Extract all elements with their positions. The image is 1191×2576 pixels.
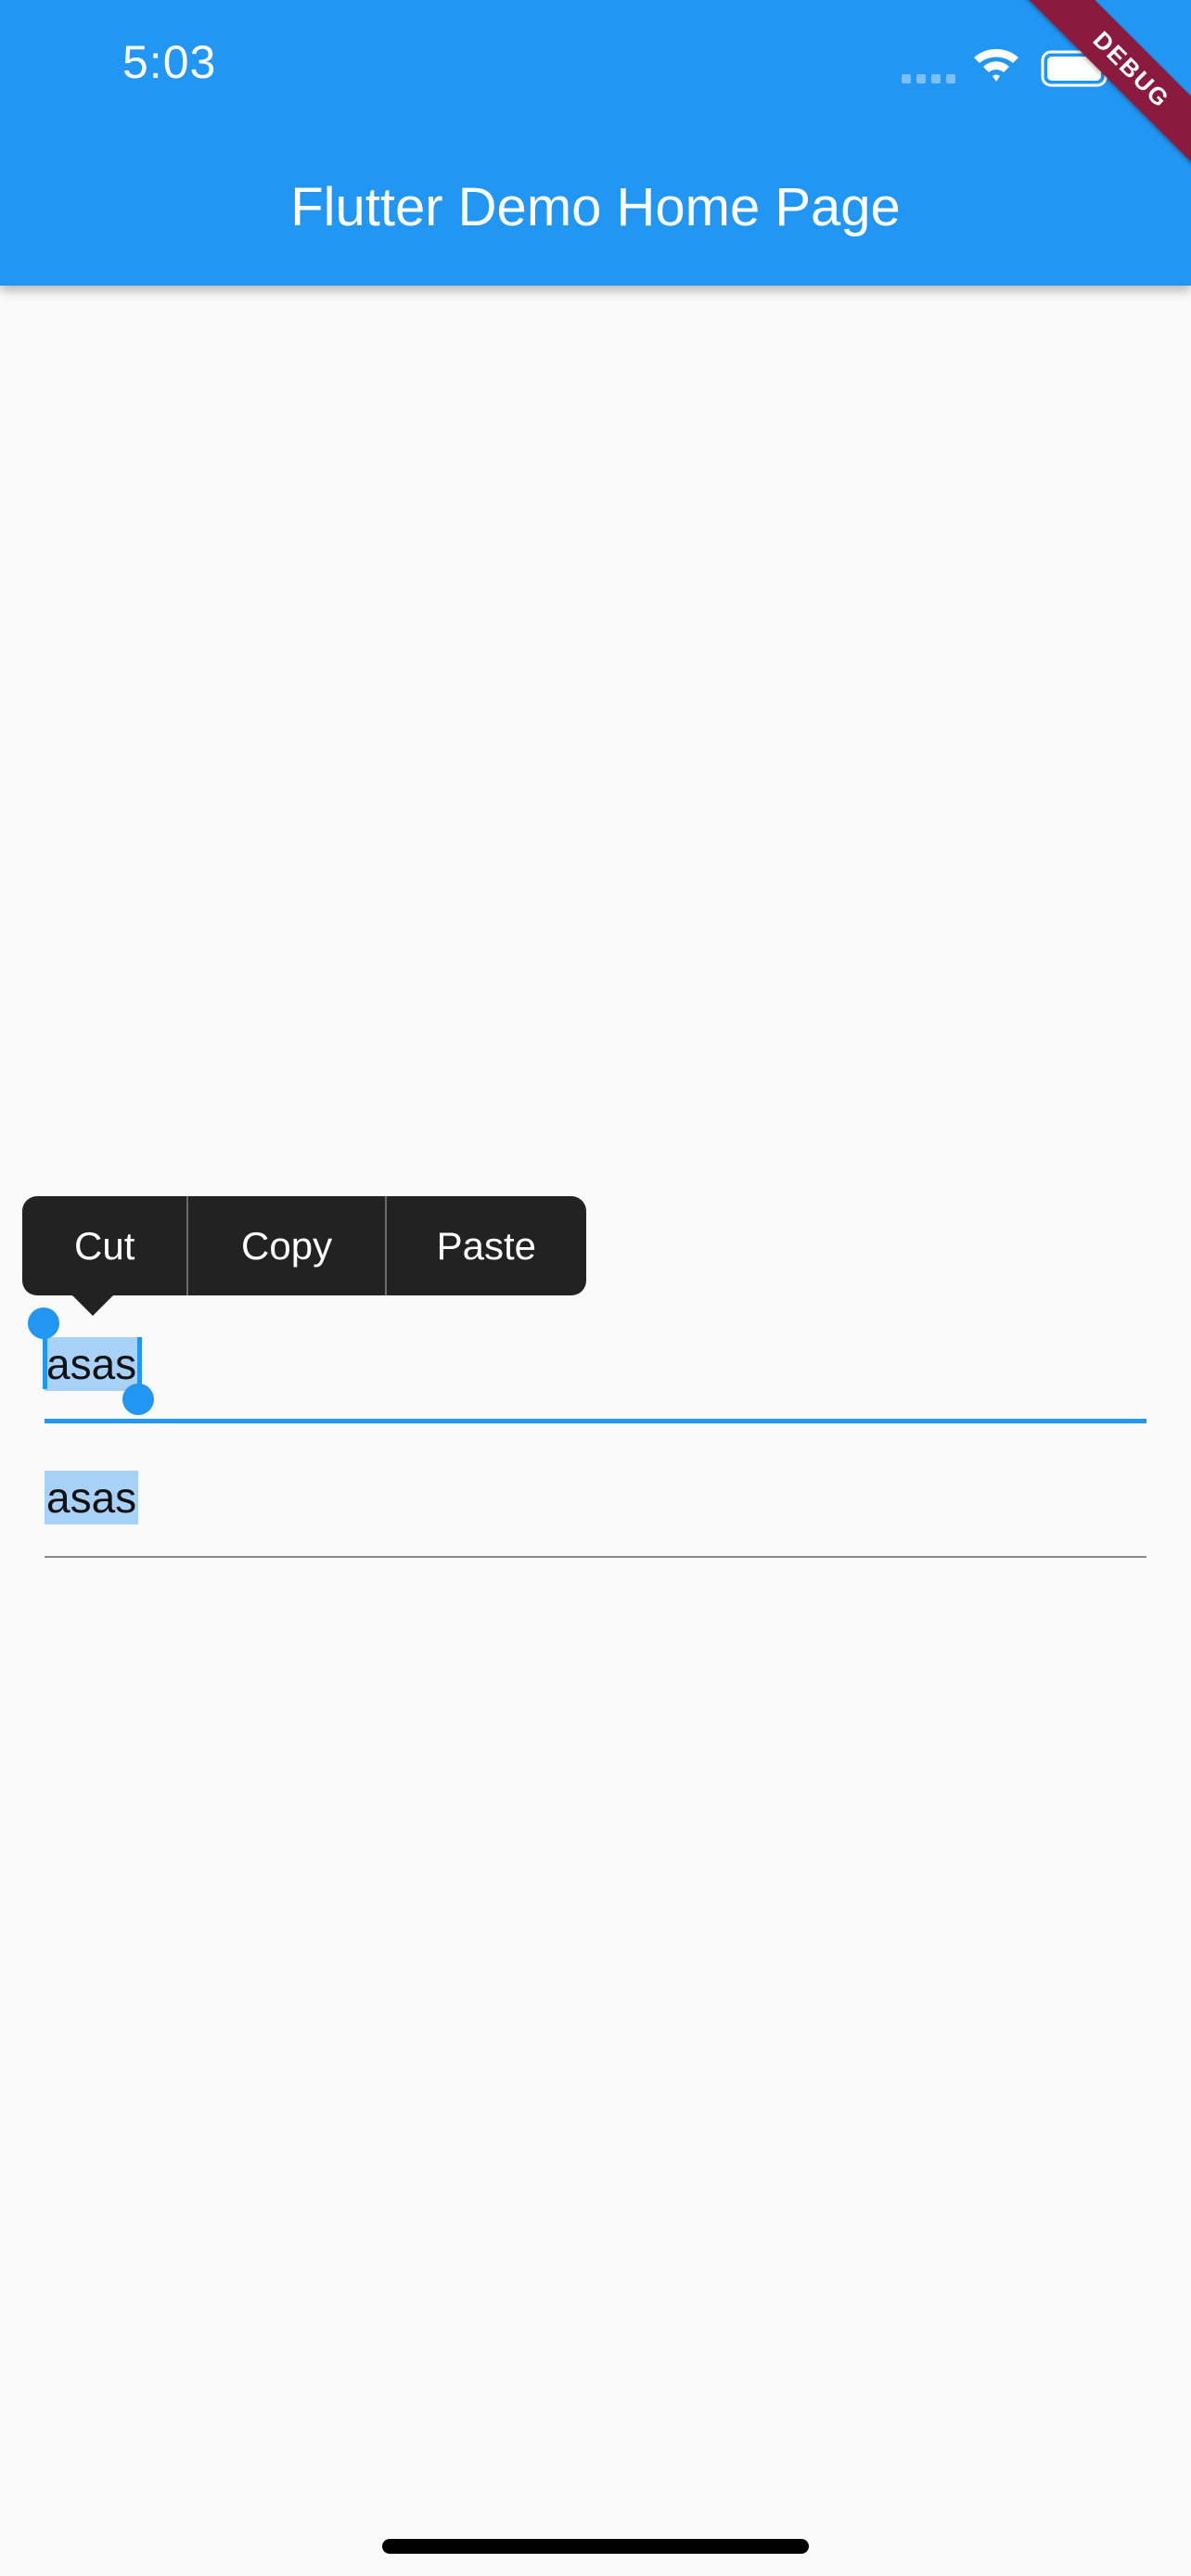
text-field-focused[interactable]: asas: [28, 1307, 1146, 1423]
status-time: 5:03: [122, 36, 217, 88]
text-selection-toolbar: Cut Copy Paste: [22, 1196, 586, 1295]
home-indicator[interactable]: [382, 2539, 809, 2554]
signal-icon: [902, 74, 955, 83]
cut-button[interactable]: Cut: [22, 1196, 186, 1295]
selected-text[interactable]: asas: [45, 1337, 139, 1391]
paste-button[interactable]: Paste: [384, 1196, 586, 1295]
page-title: Flutter Demo Home Page: [290, 177, 901, 237]
selection-start-handle[interactable]: [28, 1307, 59, 1339]
selection-end-handle[interactable]: [122, 1384, 154, 1415]
debug-banner: DEBUG: [1004, 0, 1191, 198]
selection-end-line: [137, 1337, 142, 1389]
text-field[interactable]: asas: [45, 1463, 1146, 1558]
selection-start-line: [43, 1337, 47, 1389]
field-text[interactable]: asas: [45, 1471, 139, 1524]
copy-button[interactable]: Copy: [186, 1196, 384, 1295]
wifi-icon: [974, 48, 1018, 82]
app-bar: 5:03 Flutter Demo Home Page DEBUG: [0, 0, 1191, 286]
toolbar-arrow: [70, 1294, 115, 1316]
